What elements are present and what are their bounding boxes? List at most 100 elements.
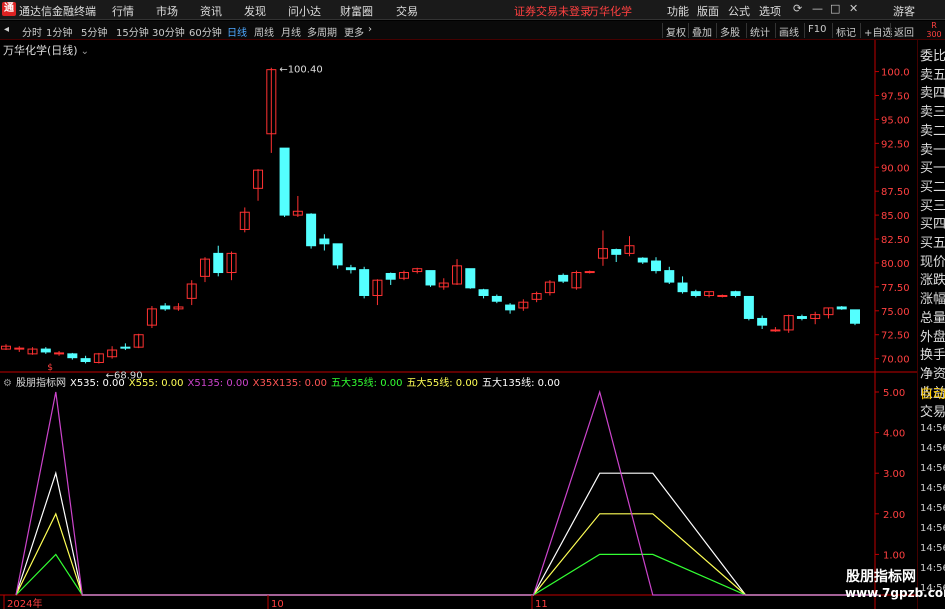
indicator-line-五大135线 bbox=[15, 470, 879, 596]
sidebar-item-0[interactable]: 委比 bbox=[920, 45, 945, 64]
menu-ask[interactable]: 问小达 bbox=[288, 3, 321, 19]
sidebar-item-9[interactable]: 买四 bbox=[920, 213, 945, 232]
menu-news[interactable]: 资讯 bbox=[200, 3, 222, 19]
period-button-daily[interactable]: 日线 bbox=[227, 24, 247, 39]
candle-body bbox=[359, 269, 370, 296]
menu-options[interactable]: 选项 bbox=[759, 3, 781, 19]
menu-market[interactable]: 市场 bbox=[156, 3, 178, 19]
sidebar-time-5: 14:56 bbox=[920, 523, 945, 534]
period-button-60min[interactable]: 60分钟 bbox=[189, 24, 222, 39]
statistics-button[interactable]: 统计 bbox=[746, 23, 773, 39]
candle-body bbox=[213, 252, 224, 274]
menu-trade[interactable]: 交易 bbox=[396, 3, 418, 19]
refresh-icon[interactable]: ⟳ bbox=[793, 2, 802, 15]
minimize-icon[interactable]: — bbox=[812, 2, 823, 15]
sidebar-item-6[interactable]: 买一 bbox=[920, 157, 945, 176]
ind-tick-label: 1.00 bbox=[883, 550, 905, 561]
menu-wealth[interactable]: 财富圈 bbox=[340, 3, 373, 19]
sidebar-time-7: 14:56 bbox=[920, 563, 945, 574]
settings-chevron-icon[interactable]: ⌄ bbox=[81, 46, 89, 57]
chart-title: 万华化学(日线) ⌄ bbox=[3, 42, 89, 58]
sidebar-item-2[interactable]: 卖四 bbox=[920, 82, 945, 101]
sidebar-item-7[interactable]: 买二 bbox=[920, 176, 945, 195]
candle-body bbox=[319, 238, 330, 245]
more-chevron-icon[interactable]: › bbox=[368, 24, 372, 35]
sidebar-item-3[interactable]: 卖三 bbox=[920, 101, 945, 120]
sidebar-bottom-1[interactable]: 交易 bbox=[920, 401, 945, 420]
indicator-value-1: X555: 0.00 bbox=[128, 378, 184, 389]
date-label: 11 bbox=[535, 599, 548, 609]
sidebar-item-13[interactable]: 涨幅 bbox=[920, 288, 945, 307]
price-tick-label: 97.50 bbox=[881, 91, 910, 102]
period-button-intraday[interactable]: 分时 bbox=[22, 24, 42, 39]
sidebar-time-3: 14:56 bbox=[920, 483, 945, 494]
sidebar-item-16[interactable]: 换手 bbox=[920, 344, 945, 363]
sidebar-item-15[interactable]: 外盘 bbox=[920, 326, 945, 345]
date-label: 10 bbox=[271, 599, 284, 609]
menu-quotes[interactable]: 行情 bbox=[112, 3, 134, 19]
indicator-value-5: 五大55线: 0.00 bbox=[406, 378, 479, 389]
sidebar-item-17[interactable]: 净资 bbox=[920, 363, 945, 382]
sidebar-bottom-0[interactable]: 自动 bbox=[920, 383, 945, 402]
stock-name-header: 万华化学 bbox=[588, 5, 632, 18]
sidebar-item-11[interactable]: 现价 bbox=[920, 251, 945, 270]
price-tick-label: 75.00 bbox=[881, 307, 910, 318]
sidebar-item-14[interactable]: 总量 bbox=[920, 307, 945, 326]
sidebar-item-8[interactable]: 买三 bbox=[920, 195, 945, 214]
menu-discover[interactable]: 发现 bbox=[244, 3, 266, 19]
overlay-button[interactable]: 叠加 bbox=[688, 23, 715, 39]
candle-body bbox=[558, 274, 569, 282]
candle-body bbox=[611, 249, 622, 255]
watermark-line1: 股朋指标网 bbox=[846, 569, 916, 585]
period-button-15min[interactable]: 15分钟 bbox=[116, 24, 149, 39]
period-button-minute[interactable]: ◂ bbox=[4, 24, 9, 35]
multi-stock-button[interactable]: 多股 bbox=[716, 23, 743, 39]
kline-chart[interactable]: 100.0 97.50 95.00 92.50 90.00 87.50 85.00 82.50… bbox=[0, 40, 917, 609]
period-button-more[interactable]: 更多 bbox=[344, 24, 364, 39]
price-tick-label: 70.00 bbox=[881, 355, 910, 366]
menu-formula[interactable]: 公式 bbox=[728, 3, 750, 19]
candle-body bbox=[637, 257, 648, 263]
period-button-5min[interactable]: 5分钟 bbox=[81, 24, 107, 39]
menu-layout[interactable]: 版面 bbox=[697, 3, 719, 19]
candle-body bbox=[850, 309, 860, 324]
candle-body bbox=[332, 243, 343, 266]
period-button-1min[interactable]: 1分钟 bbox=[46, 24, 72, 39]
maximize-icon[interactable]: □ bbox=[830, 2, 840, 15]
price-tick-label: 77.50 bbox=[881, 283, 910, 294]
rating-badge-bottom: 300 bbox=[926, 30, 942, 39]
candle-body bbox=[491, 295, 502, 302]
price-tick-label: 95.00 bbox=[881, 115, 910, 126]
adjust-button[interactable]: 复权 bbox=[662, 23, 689, 39]
sidebar-time-2: 14:56 bbox=[920, 463, 945, 474]
period-button-monthly[interactable]: 月线 bbox=[281, 24, 301, 39]
close-icon[interactable]: ✕ bbox=[849, 2, 858, 15]
period-button-30min[interactable]: 30分钟 bbox=[152, 24, 185, 39]
candle-body bbox=[743, 295, 754, 319]
candle-body bbox=[757, 317, 768, 326]
back-button[interactable]: 返回 bbox=[890, 23, 917, 39]
period-button-weekly[interactable]: 周线 bbox=[254, 24, 274, 39]
candle-body bbox=[478, 289, 489, 296]
indicator-settings-icon[interactable]: ⚙ bbox=[3, 378, 12, 389]
menu-bar: 通 通达信金融终端 行情 市场 资讯 发现 问小达 财富圈 交易 证券交易未登录… bbox=[0, 0, 945, 20]
sidebar-item-4[interactable]: 卖二 bbox=[920, 120, 945, 139]
indicator-name[interactable]: 股朋指标网 bbox=[16, 378, 66, 389]
guest-user[interactable]: 游客 bbox=[893, 3, 915, 19]
menu-function[interactable]: 功能 bbox=[667, 3, 689, 19]
sidebar-item-5[interactable]: 卖一 bbox=[920, 139, 945, 158]
period-button-multi[interactable]: 多周期 bbox=[307, 24, 337, 39]
candle-body bbox=[730, 291, 741, 296]
candle-body bbox=[425, 270, 436, 286]
sidebar-item-10[interactable]: 买五 bbox=[920, 232, 945, 251]
mark-button[interactable]: 标记 bbox=[832, 23, 859, 39]
watermark: 股朋指标网 www.7gpzb.com bbox=[845, 566, 945, 609]
indicator-value-4: 五大35线: 0.00 bbox=[330, 378, 403, 389]
indicator-value-0: X535: 0.00 bbox=[69, 378, 125, 389]
candle-body bbox=[40, 348, 51, 353]
f10-button[interactable]: F10 bbox=[804, 23, 829, 38]
sidebar-item-12[interactable]: 涨跌 bbox=[920, 269, 945, 288]
login-status[interactable]: 证券交易未登录 bbox=[514, 3, 591, 19]
sidebar-item-1[interactable]: 卖五 bbox=[920, 64, 945, 83]
draw-line-button[interactable]: 画线 bbox=[775, 23, 802, 39]
